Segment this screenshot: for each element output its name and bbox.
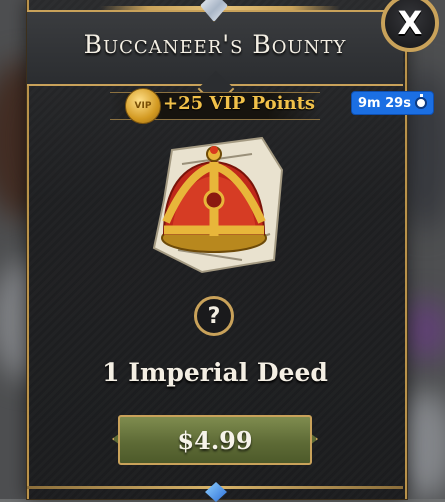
help-button[interactable]: ?: [194, 296, 234, 336]
crown-on-scroll-icon: [152, 136, 284, 274]
timer-label: 9m 29s: [358, 95, 411, 111]
popup-title: Buccaneer's Bounty: [83, 30, 347, 59]
offer-timer: 9m 29s: [351, 91, 434, 115]
item-name: 1 Imperial Deed: [102, 358, 328, 387]
stopwatch-icon: [414, 94, 427, 109]
purchase-button[interactable]: $4.99: [118, 415, 312, 465]
vip-coin-icon: VIP: [125, 88, 161, 124]
vip-points-label: +25 VIP Points: [163, 93, 316, 114]
